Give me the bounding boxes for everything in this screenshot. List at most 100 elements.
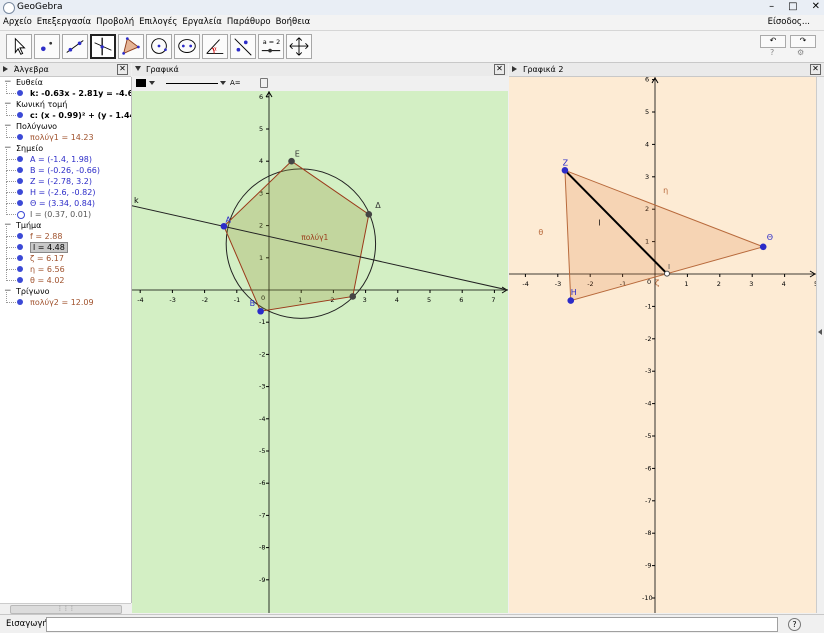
algebra-item[interactable]: B = (-0.26, -0.66) (0, 160, 131, 176)
perpendicular-line-tool-button[interactable] (90, 34, 116, 59)
label-Z: Z (563, 158, 569, 167)
visibility-toggle-icon[interactable] (17, 233, 23, 239)
algebra-item-value: c: (x - 0.99)² + (y - 1.44)² = 5. (30, 111, 131, 120)
lock-icon[interactable] (260, 78, 268, 88)
collapse-triangle-icon[interactable] (3, 66, 8, 72)
line-tool-button[interactable] (62, 34, 88, 59)
visibility-toggle-icon[interactable] (17, 255, 23, 261)
help-icon[interactable]: ? (770, 48, 774, 57)
graphics1-panel-title: Γραφικά (146, 65, 179, 74)
algebra-item[interactable]: l = 4.48 (0, 237, 131, 253)
move-graphics-tool-button[interactable] (286, 34, 312, 59)
visibility-toggle-icon[interactable] (17, 200, 23, 206)
visibility-toggle-icon[interactable] (17, 112, 23, 118)
graphics1-canvas[interactable]: -4-3-2-11234567654321-1-2-3-4-5-6-7-8-90… (132, 91, 508, 613)
redo-button[interactable]: ↷ (790, 35, 816, 48)
stylebar-toggle-icon[interactable] (512, 66, 517, 72)
y-tick-label: -6 (259, 479, 265, 487)
algebra-group[interactable]: − Ευθεία (0, 77, 131, 88)
algebra-group[interactable]: − Κωνική τομή (0, 99, 131, 110)
move-arrows-icon (289, 37, 309, 56)
conic-tool-button[interactable] (174, 34, 200, 59)
undo-button[interactable]: ↶ (760, 35, 786, 48)
x-tick-label: 7 (491, 296, 495, 304)
color-dropdown-icon[interactable] (149, 81, 155, 85)
algebra-item[interactable]: k: -0.63x - 2.81y = -4.67 (0, 83, 131, 99)
command-input[interactable] (46, 617, 778, 632)
line-style-selector[interactable] (166, 83, 218, 84)
algebra-item-value: Θ = (3.34, 0.84) (30, 199, 96, 208)
algebra-item[interactable]: ζ = 6.17 (0, 248, 131, 264)
angle-tool-button[interactable]: α (202, 34, 228, 59)
algebra-item[interactable]: Θ = (3.34, 0.84) (0, 193, 131, 209)
y-tick-label: -3 (259, 383, 265, 391)
algebra-horizontal-scrollbar[interactable]: ⋮⋮⋮ (0, 603, 131, 614)
login-link[interactable]: Είσοδος... (768, 17, 810, 27)
close-window-button[interactable]: ✕ (812, 1, 820, 12)
algebra-item[interactable]: f = 2.88 (0, 226, 131, 242)
tree-connector (6, 270, 16, 281)
algebra-item[interactable]: Z = (-2.78, 3.2) (0, 171, 131, 187)
menu-view[interactable]: Προβολή (96, 17, 134, 27)
line-style-dropdown-icon[interactable] (220, 81, 226, 85)
visibility-toggle-icon[interactable] (17, 134, 23, 140)
circle-tool-button[interactable] (146, 34, 172, 59)
gear-icon[interactable]: ⚙ (797, 48, 804, 57)
visibility-toggle-icon[interactable] (17, 167, 23, 173)
visibility-toggle-icon[interactable] (17, 299, 23, 305)
scrollbar-thumb[interactable]: ⋮⋮⋮ (10, 605, 122, 614)
algebra-group[interactable]: − Τρίγωνο (0, 286, 131, 297)
maximize-button[interactable]: □ (788, 1, 797, 12)
visibility-toggle-icon[interactable] (17, 90, 23, 96)
close-algebra-button[interactable]: ✕ (117, 64, 128, 75)
label-zeta: ζ (655, 278, 659, 287)
algebra-item[interactable]: πολύγ2 = 12.09 (0, 292, 131, 308)
algebra-group[interactable]: − Σημείο (0, 143, 131, 154)
point-tool-button[interactable] (34, 34, 60, 59)
move-tool-button[interactable] (6, 34, 32, 59)
algebra-item[interactable]: I = (0.37, 0.01) (0, 204, 131, 220)
visibility-toggle-icon[interactable] (17, 277, 23, 283)
visibility-toggle-icon[interactable] (17, 244, 23, 250)
reflect-tool-button[interactable] (230, 34, 256, 59)
menu-file[interactable]: Αρχείο (3, 17, 32, 27)
algebra-group[interactable]: − Πολύγωνο (0, 121, 131, 132)
polygon-tool-button[interactable] (118, 34, 144, 59)
label-style-icon[interactable]: A= (230, 79, 241, 87)
visibility-toggle-icon[interactable] (17, 156, 23, 162)
algebra-item[interactable]: πολύγ1 = 14.23 (0, 127, 131, 143)
side-collapse-strip[interactable] (816, 77, 824, 613)
menu-options[interactable]: Επιλογές (139, 17, 177, 27)
point-Z (561, 167, 569, 174)
y-tick-label: 5 (645, 108, 649, 116)
visibility-toggle-icon[interactable] (17, 211, 25, 219)
visibility-toggle-icon[interactable] (17, 178, 23, 184)
algebra-item[interactable]: η = 6.56 (0, 259, 131, 275)
color-swatch[interactable] (136, 79, 146, 87)
visibility-toggle-icon[interactable] (17, 189, 23, 195)
menu-edit[interactable]: Επεξεργασία (37, 17, 91, 27)
y-tick-label: -7 (645, 497, 651, 505)
algebra-item[interactable]: θ = 4.02 (0, 270, 131, 286)
slider-tool-button[interactable]: a = 2 (258, 34, 284, 59)
algebra-group[interactable]: − Τμήμα (0, 220, 131, 231)
algebra-item-value: θ = 4.02 (30, 276, 65, 285)
close-graphics1-button[interactable]: ✕ (494, 64, 505, 75)
algebra-item[interactable]: H = (-2.6, -0.82) (0, 182, 131, 198)
minimize-button[interactable]: – (769, 1, 774, 12)
y-tick-label: 5 (259, 125, 263, 133)
menu-tools[interactable]: Εργαλεία (182, 17, 222, 27)
algebra-item[interactable]: c: (x - 0.99)² + (y - 1.44)² = 5. (0, 105, 131, 121)
y-tick-label: -5 (259, 447, 265, 455)
visibility-toggle-icon[interactable] (17, 266, 23, 272)
expand-arrow-icon[interactable] (818, 329, 822, 335)
algebra-item-value: B = (-0.26, -0.66) (30, 166, 101, 175)
input-help-icon[interactable]: ? (788, 618, 801, 631)
algebra-item[interactable]: A = (-1.4, 1.98) (0, 149, 131, 165)
graphics2-canvas[interactable]: -4-3-2-112345654321-1-2-3-4-5-6-7-8-9-10… (509, 77, 816, 613)
close-graphics2-button[interactable]: ✕ (810, 64, 821, 75)
menu-help[interactable]: Βοήθεια (276, 17, 311, 27)
stylebar-toggle-icon[interactable] (135, 66, 141, 71)
menu-window[interactable]: Παράθυρο (227, 17, 271, 27)
y-tick-label: -5 (645, 432, 651, 440)
